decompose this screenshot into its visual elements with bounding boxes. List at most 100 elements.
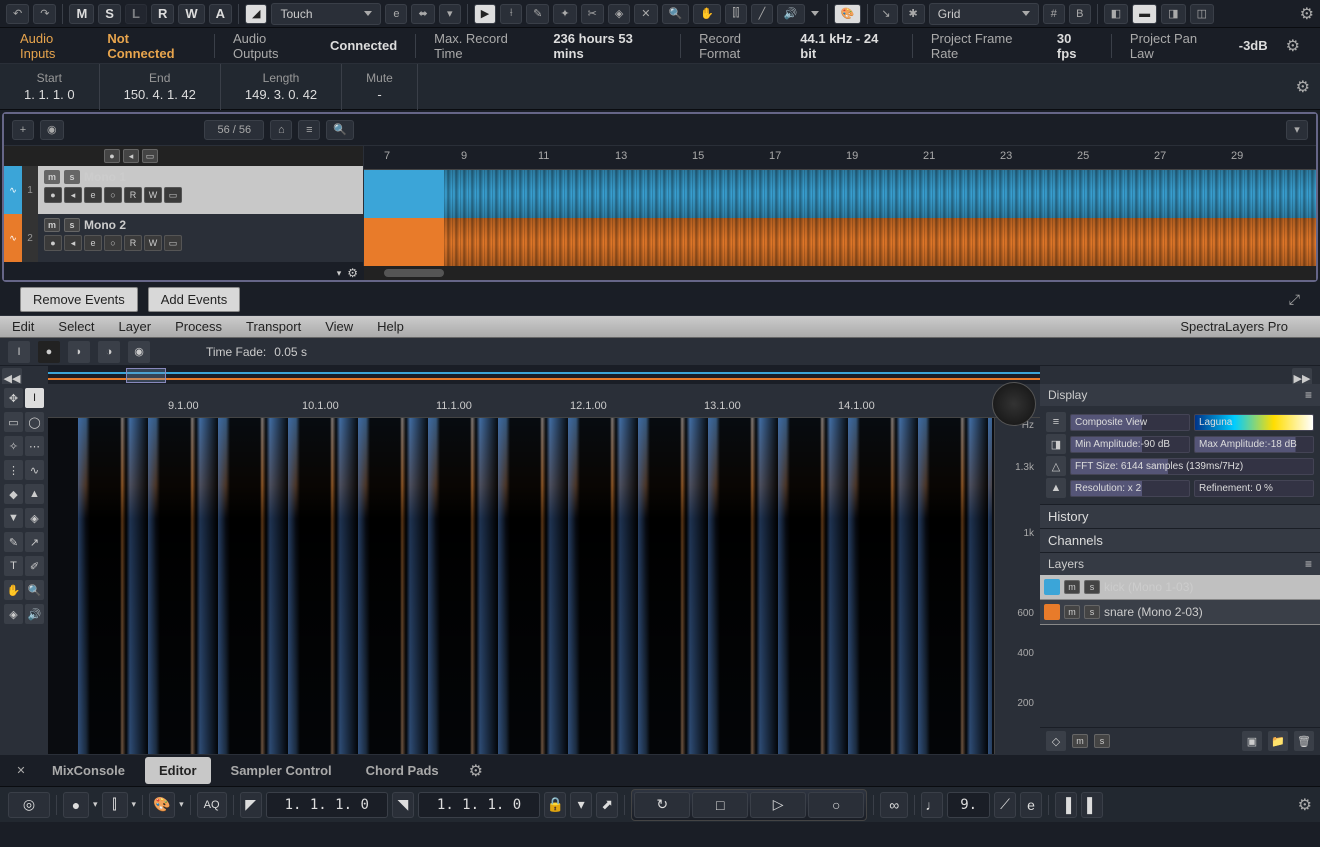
layers-menu-icon[interactable]: ≡: [1305, 557, 1312, 571]
layer-item[interactable]: mskick (Mono 1-03): [1040, 575, 1320, 600]
snap-mode-select[interactable]: Grid: [929, 3, 1039, 25]
play-tool[interactable]: 🔊: [777, 4, 805, 24]
cycle-button[interactable]: ∞: [880, 792, 908, 818]
time-fade-value[interactable]: 0.05 s: [274, 345, 307, 359]
tabs-settings-icon[interactable]: ⚙: [469, 761, 483, 781]
color-picker[interactable]: 🎨: [149, 792, 175, 818]
right-locator[interactable]: 1. 1. 1. 0: [418, 792, 540, 818]
basket-icon[interactable]: ◉: [40, 120, 64, 140]
layers-s-button[interactable]: s: [1094, 734, 1110, 748]
audio-outputs-status[interactable]: Connected: [330, 38, 397, 53]
frame-rate-value[interactable]: 30 fps: [1057, 31, 1093, 61]
tab-sampler[interactable]: Sampler Control: [217, 757, 346, 784]
sl-stamp-tool[interactable]: ▼: [4, 508, 23, 528]
search-icon[interactable]: 🔍: [326, 120, 354, 140]
menu-view[interactable]: View: [325, 319, 353, 334]
play-button[interactable]: ▷: [750, 792, 806, 818]
tool-constraint-caret[interactable]: ▾: [439, 4, 461, 24]
sl-eraser-tool[interactable]: ◆: [4, 484, 23, 504]
sl-shape4-icon[interactable]: ◉: [128, 341, 150, 363]
listen-toggle[interactable]: L: [125, 4, 147, 24]
tempo-icon[interactable]: ♩: [921, 792, 943, 818]
color-tool[interactable]: 🎨: [834, 4, 862, 24]
tempo-value[interactable]: 9.: [947, 792, 990, 818]
grid-icon[interactable]: #: [1043, 4, 1065, 24]
transport-activate[interactable]: ◎: [8, 792, 50, 818]
tab-mixconsole[interactable]: MixConsole: [38, 757, 139, 784]
infobar-settings-icon[interactable]: ⚙: [1286, 36, 1300, 56]
end-value[interactable]: 150. 4. 1. 42: [124, 87, 196, 102]
range-tool[interactable]: ⟊: [500, 4, 522, 24]
sl-transient-tool[interactable]: ∿: [25, 460, 44, 480]
undo-button[interactable]: ↶: [6, 4, 29, 24]
layout-3[interactable]: ◨: [1161, 4, 1185, 24]
track-name[interactable]: Mono 1: [84, 170, 126, 184]
arm-toggle[interactable]: A: [209, 4, 232, 24]
sl-speaker-tool[interactable]: 🔊: [25, 604, 44, 624]
layers-bucket-icon[interactable]: ◇: [1046, 731, 1066, 751]
sl-freq-tool[interactable]: ⋯: [25, 436, 44, 456]
resolution-slider[interactable]: Resolution: x 2: [1070, 480, 1190, 497]
count-icon[interactable]: e: [1020, 792, 1042, 818]
add-events-button[interactable]: Add Events: [148, 287, 241, 312]
delete-layer-icon[interactable]: 🗑: [1294, 731, 1314, 751]
menu-edit[interactable]: Edit: [12, 319, 34, 334]
sl-clone-tool[interactable]: ↗: [25, 532, 44, 552]
sl-heal-tool[interactable]: ◈: [25, 508, 44, 528]
punch-mode[interactable]: ⫿: [102, 792, 128, 818]
sl-spectrogram[interactable]: 9.1.0010.1.0011.1.0012.1.0013.1.0014.1.0…: [48, 384, 1040, 754]
click-icon[interactable]: ⟋: [994, 792, 1016, 818]
length-value[interactable]: 149. 3. 0. 42: [245, 87, 317, 102]
sl-cursor-icon[interactable]: I: [8, 341, 30, 363]
layout-4[interactable]: ◫: [1190, 4, 1214, 24]
find-track-icon[interactable]: ⌂: [270, 120, 292, 140]
close-lower-icon[interactable]: ✕: [10, 761, 32, 781]
snap-toggle[interactable]: ✱: [902, 4, 925, 24]
show-all-icon[interactable]: ≡: [298, 120, 320, 140]
automation-icon[interactable]: ◢: [245, 4, 267, 24]
colormap-select[interactable]: Laguna: [1194, 414, 1314, 431]
preroll-icon[interactable]: ⬈: [596, 792, 618, 818]
audio-inputs-status[interactable]: Not Connected: [107, 31, 196, 61]
sl-shape2-icon[interactable]: ◗: [68, 341, 90, 363]
lock-icon[interactable]: 🔒: [544, 792, 566, 818]
sl-move-tool[interactable]: ✥: [4, 388, 23, 408]
tool-constraint[interactable]: ⬌: [411, 4, 434, 24]
refinement-slider[interactable]: Refinement: 0 %: [1194, 480, 1314, 497]
sl-3d-compass[interactable]: [992, 382, 1036, 426]
menu-layer[interactable]: Layer: [119, 319, 152, 334]
pan-law-value[interactable]: -3dB: [1239, 38, 1268, 53]
sl-draw-tool[interactable]: ✎: [4, 532, 23, 552]
sl-lasso-tool[interactable]: ◯: [25, 412, 44, 432]
sl-shape1-icon[interactable]: ●: [38, 341, 60, 363]
tab-editor[interactable]: Editor: [145, 757, 211, 784]
sl-picker-tool[interactable]: ✐: [25, 556, 44, 576]
track-settings-icon[interactable]: ⚙: [347, 266, 358, 280]
track-row[interactable]: ∿ 1 msMono 1 ●◂e○RW▭: [4, 166, 363, 214]
comp-tool[interactable]: ✋: [693, 4, 721, 24]
track-freeze[interactable]: ▭: [142, 149, 158, 163]
warp-tool[interactable]: ⫿⫿: [725, 4, 747, 24]
left-locator[interactable]: 1. 1. 1. 0: [266, 792, 388, 818]
aq-button[interactable]: AQ: [197, 792, 227, 818]
timeline[interactable]: 7911131517192123252729: [364, 146, 1316, 266]
layout-2[interactable]: ▬: [1132, 4, 1157, 24]
transport-settings-icon[interactable]: ⚙: [1298, 795, 1312, 815]
menu-process[interactable]: Process: [175, 319, 222, 334]
sl-wand-tool[interactable]: ✧: [4, 436, 23, 456]
layers-m-button[interactable]: m: [1072, 734, 1088, 748]
stop-button[interactable]: □: [692, 792, 748, 818]
ruler-menu[interactable]: ▾: [1286, 120, 1308, 140]
view-mode-select[interactable]: Composite View: [1070, 414, 1190, 431]
punch-in[interactable]: ●: [63, 792, 89, 818]
record-button[interactable]: ○: [808, 792, 864, 818]
sl-harmonic-tool[interactable]: ⋮: [4, 460, 23, 480]
toolbar-settings-icon[interactable]: ⚙: [1300, 4, 1314, 24]
sl-overview[interactable]: [48, 366, 1040, 386]
channels-panel[interactable]: Channels: [1040, 529, 1320, 552]
history-panel[interactable]: History: [1040, 505, 1320, 528]
track-monitor[interactable]: ◂: [123, 149, 139, 163]
mute-tool[interactable]: ✕: [634, 4, 657, 24]
expand-icon[interactable]: ▾: [337, 268, 342, 279]
fft-size-slider[interactable]: FFT Size: 6144 samples (139ms/7Hz): [1070, 458, 1314, 475]
